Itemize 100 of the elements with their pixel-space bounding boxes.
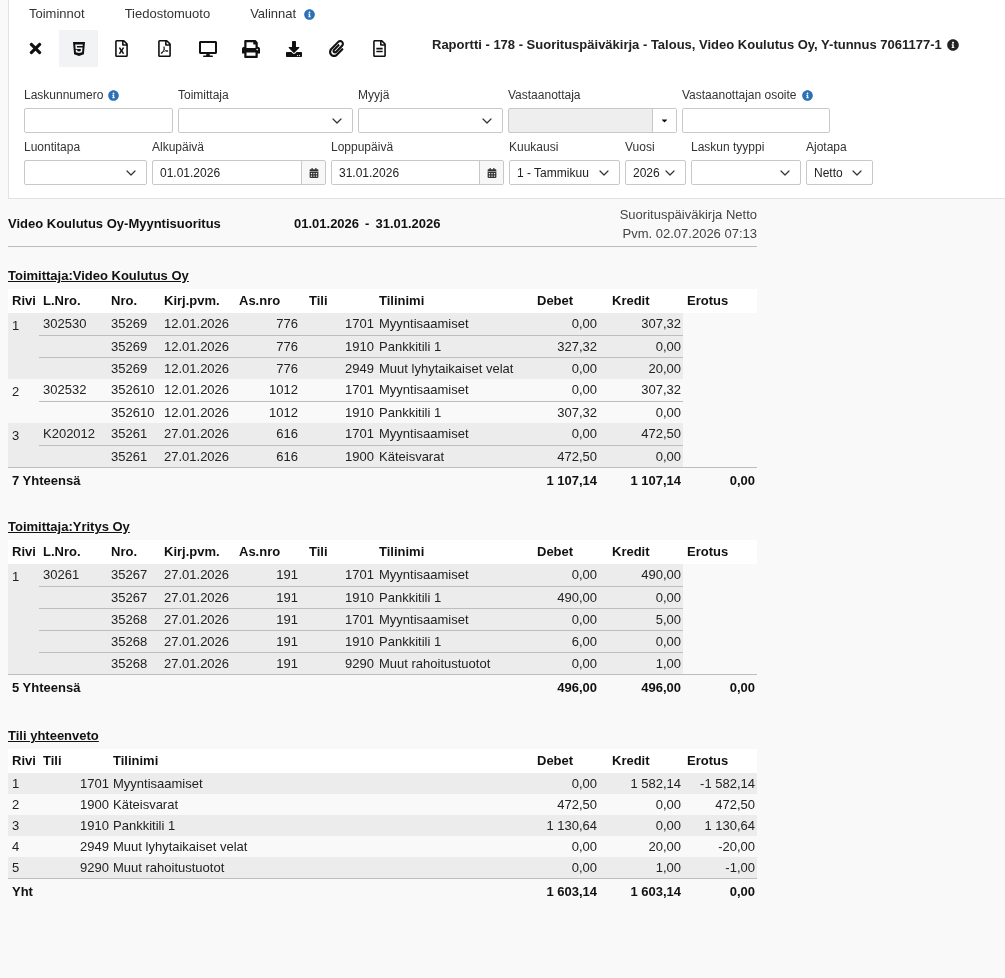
invoice-number: K202012 [43,425,96,444]
account-number: 1910 [345,337,374,356]
customer-number: 191 [276,632,298,651]
menu-item[interactable]: Toiminnot [29,4,85,24]
column-header: Tilinimi [379,543,425,562]
credit-amount: 307,32 [641,381,681,400]
debit-amount: 0,00 [571,837,597,856]
row-number: 1 [12,774,20,793]
voucher-number: 35267 [111,588,148,607]
column-header: Debet [537,543,574,562]
info-icon[interactable] [946,38,959,51]
account-name: Pankkitili 1 [379,403,442,422]
field-label: Kuukausi [509,139,559,156]
row-number: 2 [12,795,20,814]
total-label: Yht [12,882,33,901]
debit-amount: 0,00 [571,315,597,334]
select-field[interactable] [178,108,353,133]
account-name: Muut lyhytaikaiset velat [379,359,514,378]
field-label: Luontitapa [24,139,81,156]
account-name: Käteisvarat [113,795,179,814]
menu-item[interactable]: Valinnat [250,4,297,24]
debit-total: 1 107,14 [546,471,597,490]
calendar-icon [486,167,497,178]
section-title: Tili yhteenveto [8,727,99,746]
field-label: Laskunnumero [24,87,104,104]
account-name: Pankkitili 1 [113,816,176,835]
credit-amount: 0,00 [655,632,681,651]
column-header: Kirj.pvm. [164,543,220,562]
account-number: 1701 [345,381,374,400]
field-label: Vastaanottaja [508,87,581,104]
field-label: Vastaanottajan osoite [682,87,797,104]
account-number: 1910 [80,816,109,835]
credit-amount: 0,00 [655,447,681,466]
account-name: Myyntisaamiset [379,566,469,585]
customer-number: 191 [276,566,298,585]
credit-total: 496,00 [641,678,681,697]
debit-amount: 472,50 [557,447,597,466]
credit-amount: 1,00 [655,858,681,877]
select-field[interactable] [24,160,147,185]
posting-date: 27.01.2026 [164,610,230,629]
debit-amount: 0,00 [571,381,597,400]
account-number: 9290 [80,858,109,877]
difference-total: 0,00 [729,678,755,697]
monitor-icon [198,39,217,58]
field-label: Vuosi [625,139,655,156]
row-number: 2 [11,383,21,401]
voucher-number: 352610 [111,403,155,422]
voucher-number: 35261 [111,425,148,444]
menu-item[interactable]: Tiedostomuoto [124,4,211,24]
column-header: Kredit [612,543,650,562]
debit-amount: 0,00 [571,610,597,629]
column-header: Kirj.pvm. [164,292,220,311]
text-field[interactable] [24,108,173,133]
calendar-button[interactable] [479,161,503,184]
date-field[interactable]: 31.01.2026 [331,160,504,185]
voucher-number: 35269 [111,359,148,378]
field-label: Myyjä [358,87,390,104]
column-header: Debet [537,752,574,771]
column-header: Kredit [612,752,650,771]
customer-number: 776 [276,315,298,334]
posting-date: 12.01.2026 [164,315,230,334]
credit-amount: 490,00 [641,566,681,585]
column-header: Tilinimi [113,752,159,771]
spreadsheet-file-icon [113,40,130,57]
html-export-button[interactable] [59,30,98,67]
posting-date: 12.01.2026 [164,359,230,378]
column-header: Tili [309,543,328,562]
difference-total: 0,00 [729,471,755,490]
text-field[interactable] [682,108,830,133]
column-header: As.nro [239,292,281,311]
select-field[interactable] [691,160,801,185]
report-type: Suorituspäiväkirja Netto [619,206,757,224]
calendar-button[interactable] [301,161,325,184]
column-header: Tili [309,292,328,311]
section-title: Toimittaja:Video Koulutus Oy [8,267,189,286]
invoice-number: 302532 [43,381,87,400]
posting-date: 12.01.2026 [164,337,230,356]
account-name: Myyntisaamiset [379,381,469,400]
select-field[interactable]: 1 - Tammikuu [509,160,620,185]
period-separator: - [365,215,370,234]
account-number: 2949 [345,359,374,378]
voucher-number: 35268 [111,632,148,651]
period-end: 31.01.2026 [375,215,441,234]
row-number: 1 [8,313,39,379]
credit-amount: 20,00 [648,359,681,378]
posting-date: 27.01.2026 [164,447,230,466]
row-number: 3 [8,423,39,467]
date-field[interactable]: 01.01.2026 [152,160,326,185]
posting-date: 27.01.2026 [164,654,230,673]
account-number: 1701 [345,425,374,444]
customer-number: 191 [276,654,298,673]
select-field[interactable]: Netto [806,160,873,185]
select-field[interactable]: 2026 [625,160,686,185]
debit-amount: 472,50 [557,795,597,814]
invoice-number: 30261 [43,566,80,585]
select-field[interactable] [358,108,503,133]
debit-amount: 0,00 [571,566,597,585]
customer-number: 1012 [269,403,298,422]
account-name: Muut rahoitustuotot [379,654,491,673]
voucher-number: 35269 [111,337,148,356]
